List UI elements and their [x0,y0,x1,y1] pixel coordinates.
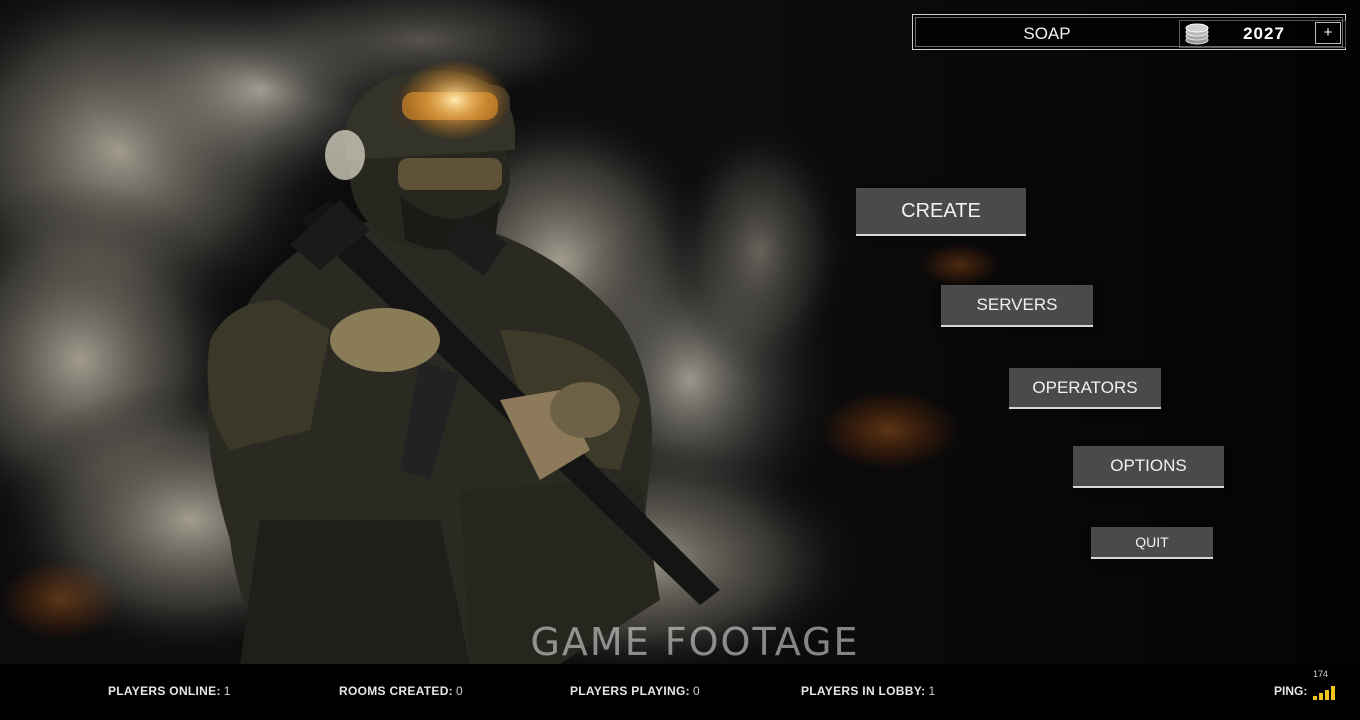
player-name: SOAP [1023,24,1071,43]
signal-bars-icon [1313,686,1335,700]
players-in-lobby-stat: PLAYERS IN LOBBY: 1 [801,684,935,698]
ping-label: PING: [1274,684,1308,698]
currency-display: 2027 + [1179,20,1346,48]
player-profile-bar: SOAP 2027 + [912,14,1346,50]
create-button[interactable]: CREATE [856,188,1026,236]
players-online-value: 1 [223,684,231,698]
options-button[interactable]: OPTIONS [1073,446,1224,488]
soldier-smoke-illustration [0,0,1360,664]
servers-button[interactable]: SERVERS [941,285,1093,327]
currency-amount: 2027 [1243,24,1285,43]
game-footage-watermark: GAME FOOTAGE [530,620,860,664]
profile-frame: SOAP 2027 + [915,17,1346,48]
players-playing-stat: PLAYERS PLAYING: 0 [570,684,700,698]
players-online-label: PLAYERS ONLINE: [108,684,221,698]
status-bar: PLAYERS ONLINE: 1 ROOMS CREATED: 0 PLAYERS… [0,664,1360,720]
rooms-created-label: ROOMS CREATED: [339,684,453,698]
players-in-lobby-value: 1 [928,684,936,698]
operators-button[interactable]: OPERATORS [1009,368,1161,409]
players-playing-value: 0 [692,684,700,698]
players-online-stat: PLAYERS ONLINE: 1 [108,684,230,698]
rooms-created-stat: ROOMS CREATED: 0 [339,684,463,698]
players-in-lobby-label: PLAYERS IN LOBBY: [801,684,926,698]
rooms-created-value: 0 [455,684,463,698]
background-artwork [0,0,1360,664]
ping-value: 174 [1313,669,1329,679]
coin-stack-icon [1185,23,1209,45]
quit-button[interactable]: QUIT [1091,527,1213,559]
add-currency-button[interactable]: + [1315,22,1341,44]
players-playing-label: PLAYERS PLAYING: [570,684,690,698]
